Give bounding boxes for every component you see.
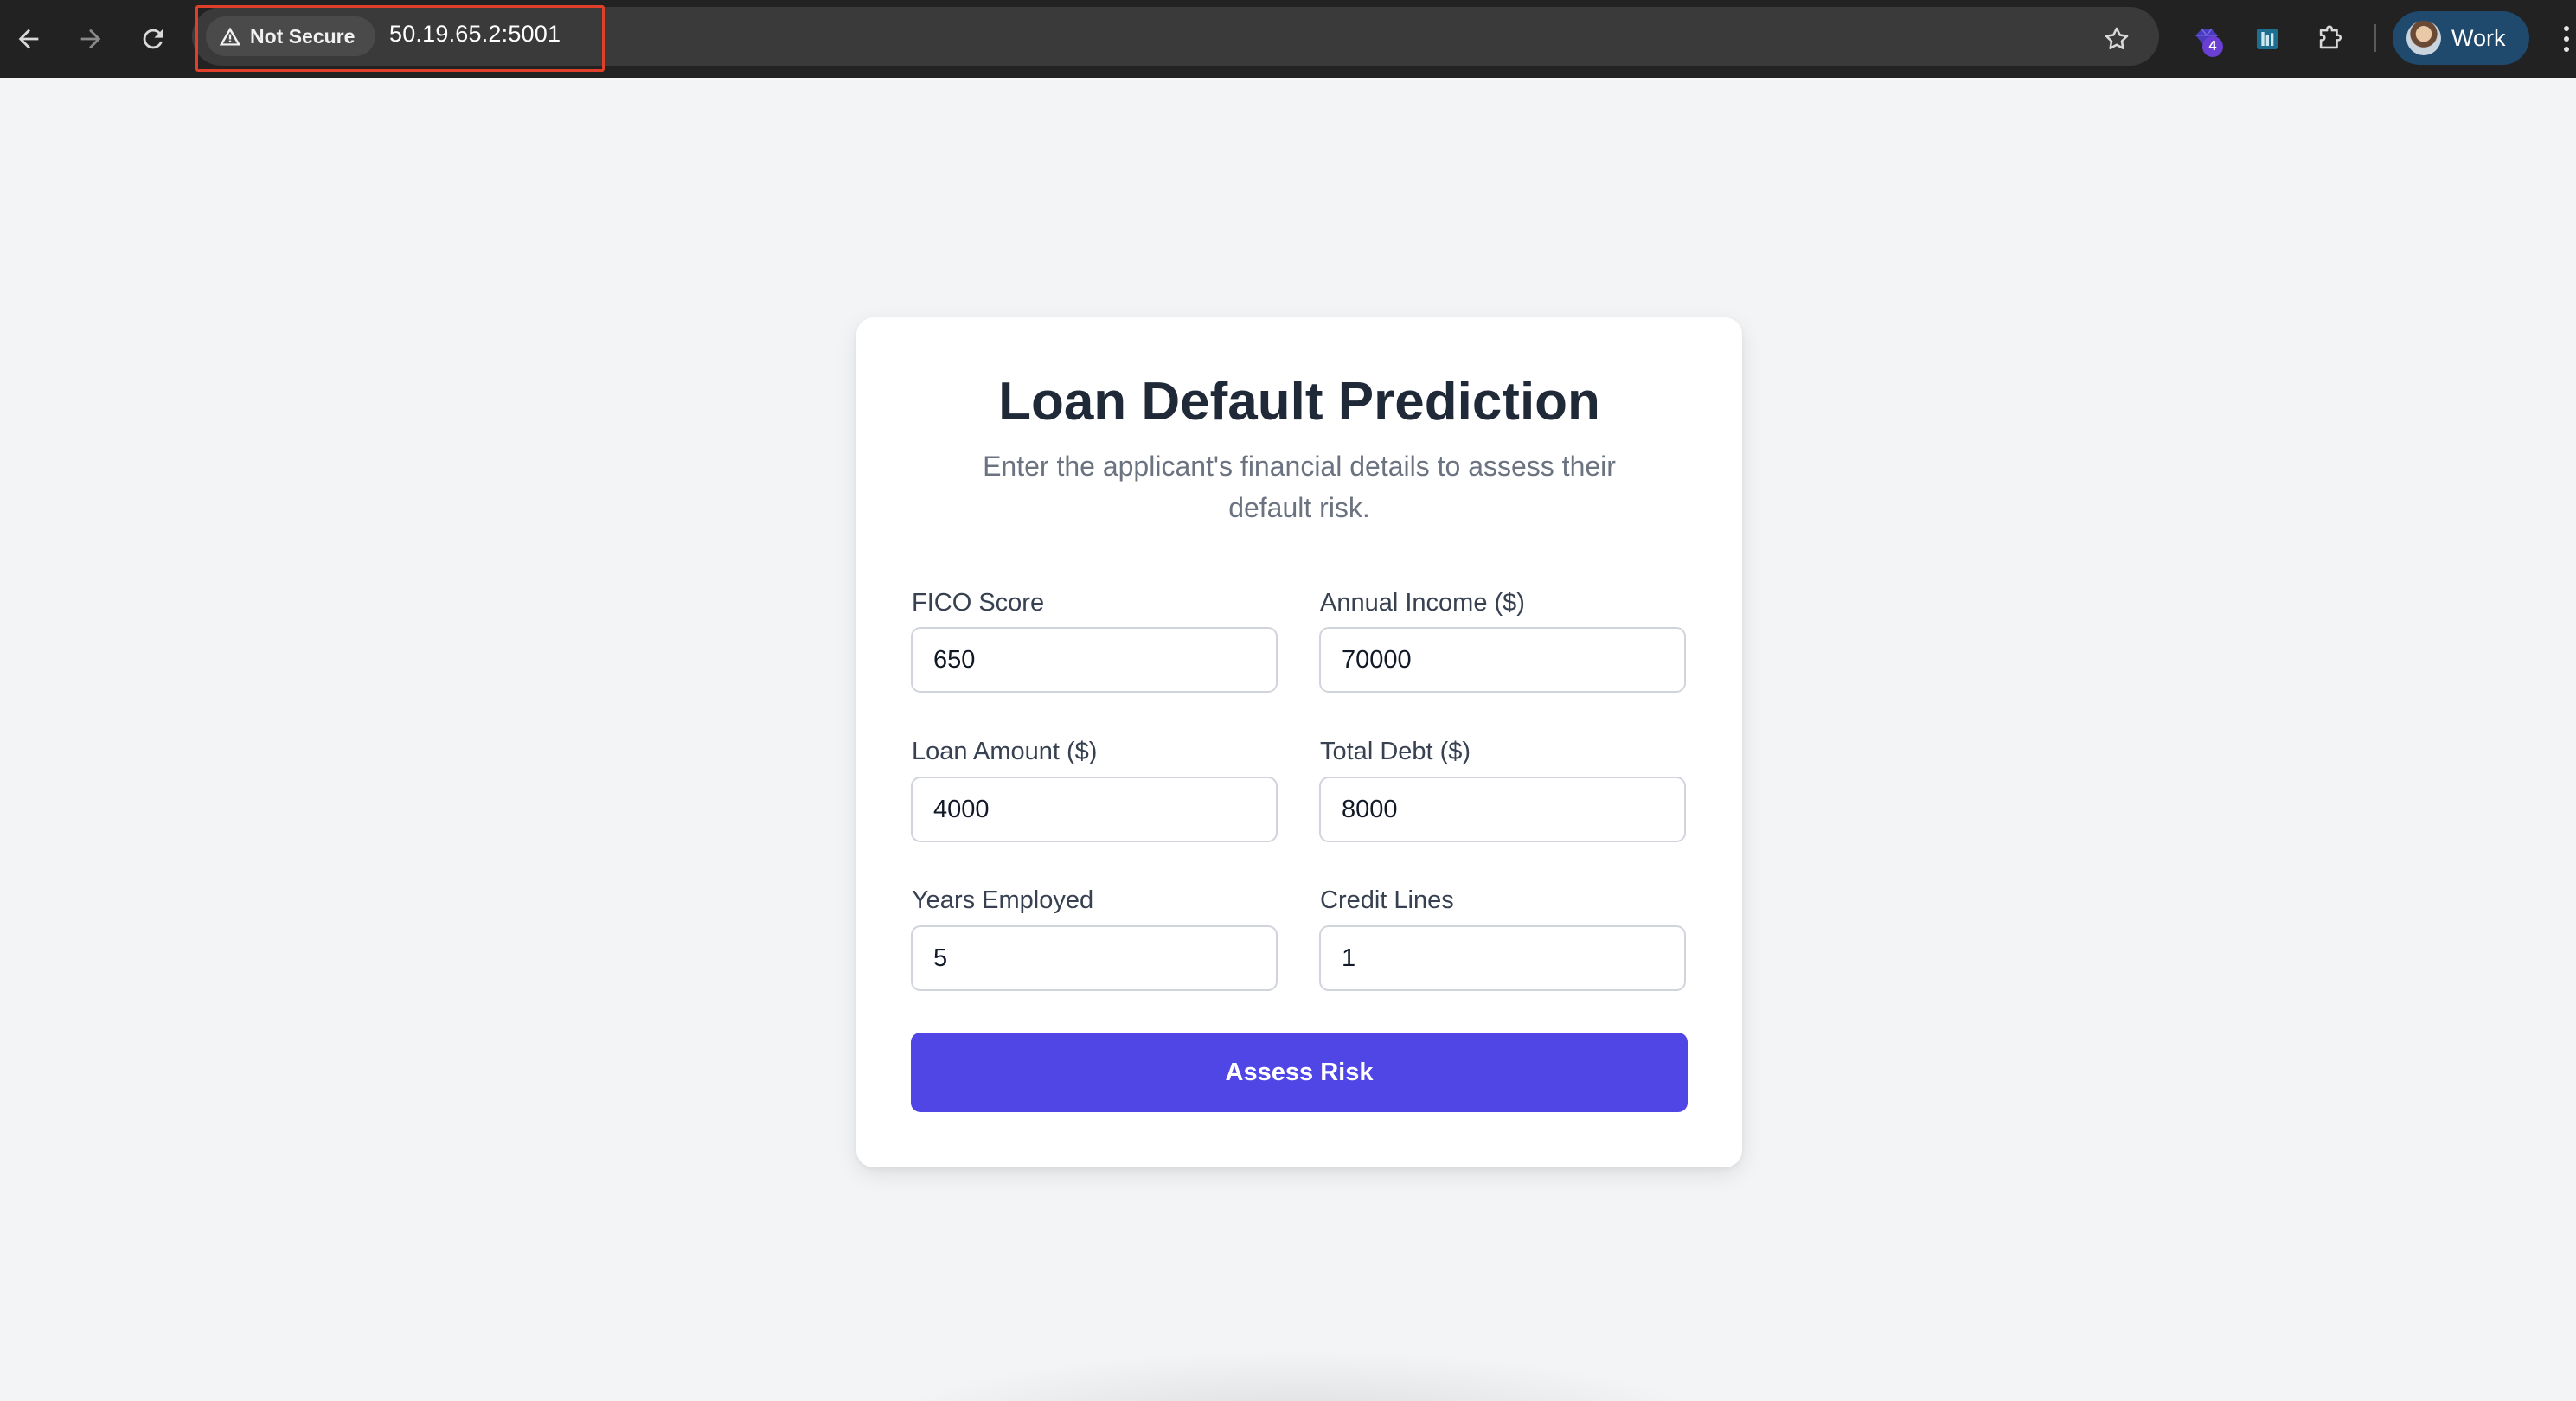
page-title: Loan Default Prediction [998, 372, 1600, 432]
forward-arrow-icon [80, 29, 101, 49]
total-debt-input[interactable] [1319, 777, 1686, 842]
menu-dot-icon [2564, 26, 2569, 31]
fico-score-label: FICO Score [912, 589, 1045, 617]
loan-amount-input[interactable] [911, 777, 1278, 842]
star-icon [2105, 27, 2129, 50]
extensions-menu-button[interactable] [2310, 19, 2349, 59]
toolbar-divider [2374, 24, 2376, 52]
extension-button-2[interactable] [2247, 19, 2287, 59]
annual-income-input[interactable] [1319, 627, 1686, 693]
reload-icon [143, 29, 163, 49]
profile-label: Work [2451, 24, 2506, 51]
years-employed-input[interactable] [911, 925, 1278, 991]
bookmark-button[interactable] [2097, 19, 2137, 59]
bottom-shadow [865, 1349, 1730, 1401]
browser-menu-button[interactable] [2557, 19, 2576, 59]
menu-dot-icon [2564, 36, 2569, 42]
url-highlight-box [195, 5, 605, 72]
avatar [2406, 21, 2441, 55]
browser-toolbar: Not Secure 50.19.65.2:5001 4 Work [0, 0, 2576, 78]
forward-button[interactable] [67, 16, 114, 62]
loan-amount-label: Loan Amount ($) [912, 738, 1098, 765]
credit-lines-label: Credit Lines [1320, 886, 1454, 914]
annual-income-label: Annual Income ($) [1320, 589, 1525, 617]
credit-lines-input[interactable] [1319, 925, 1686, 991]
bar-extension-icon [2257, 29, 2278, 49]
menu-dot-icon [2564, 47, 2569, 52]
reload-button[interactable] [130, 16, 176, 62]
years-employed-label: Years Employed [912, 886, 1094, 914]
puzzle-icon [2319, 25, 2342, 49]
back-arrow-icon [18, 29, 39, 49]
page-subtitle: Enter the applicant's financial details … [983, 451, 1616, 523]
assess-risk-button[interactable]: Assess Risk [911, 1033, 1688, 1112]
extension-badge: 4 [2202, 36, 2223, 57]
back-button[interactable] [5, 16, 52, 62]
fico-score-input[interactable] [911, 627, 1278, 693]
loan-form-card: Loan Default Prediction Enter the applic… [856, 317, 1742, 1168]
profile-button[interactable]: Work [2393, 11, 2529, 65]
total-debt-label: Total Debt ($) [1320, 738, 1471, 765]
